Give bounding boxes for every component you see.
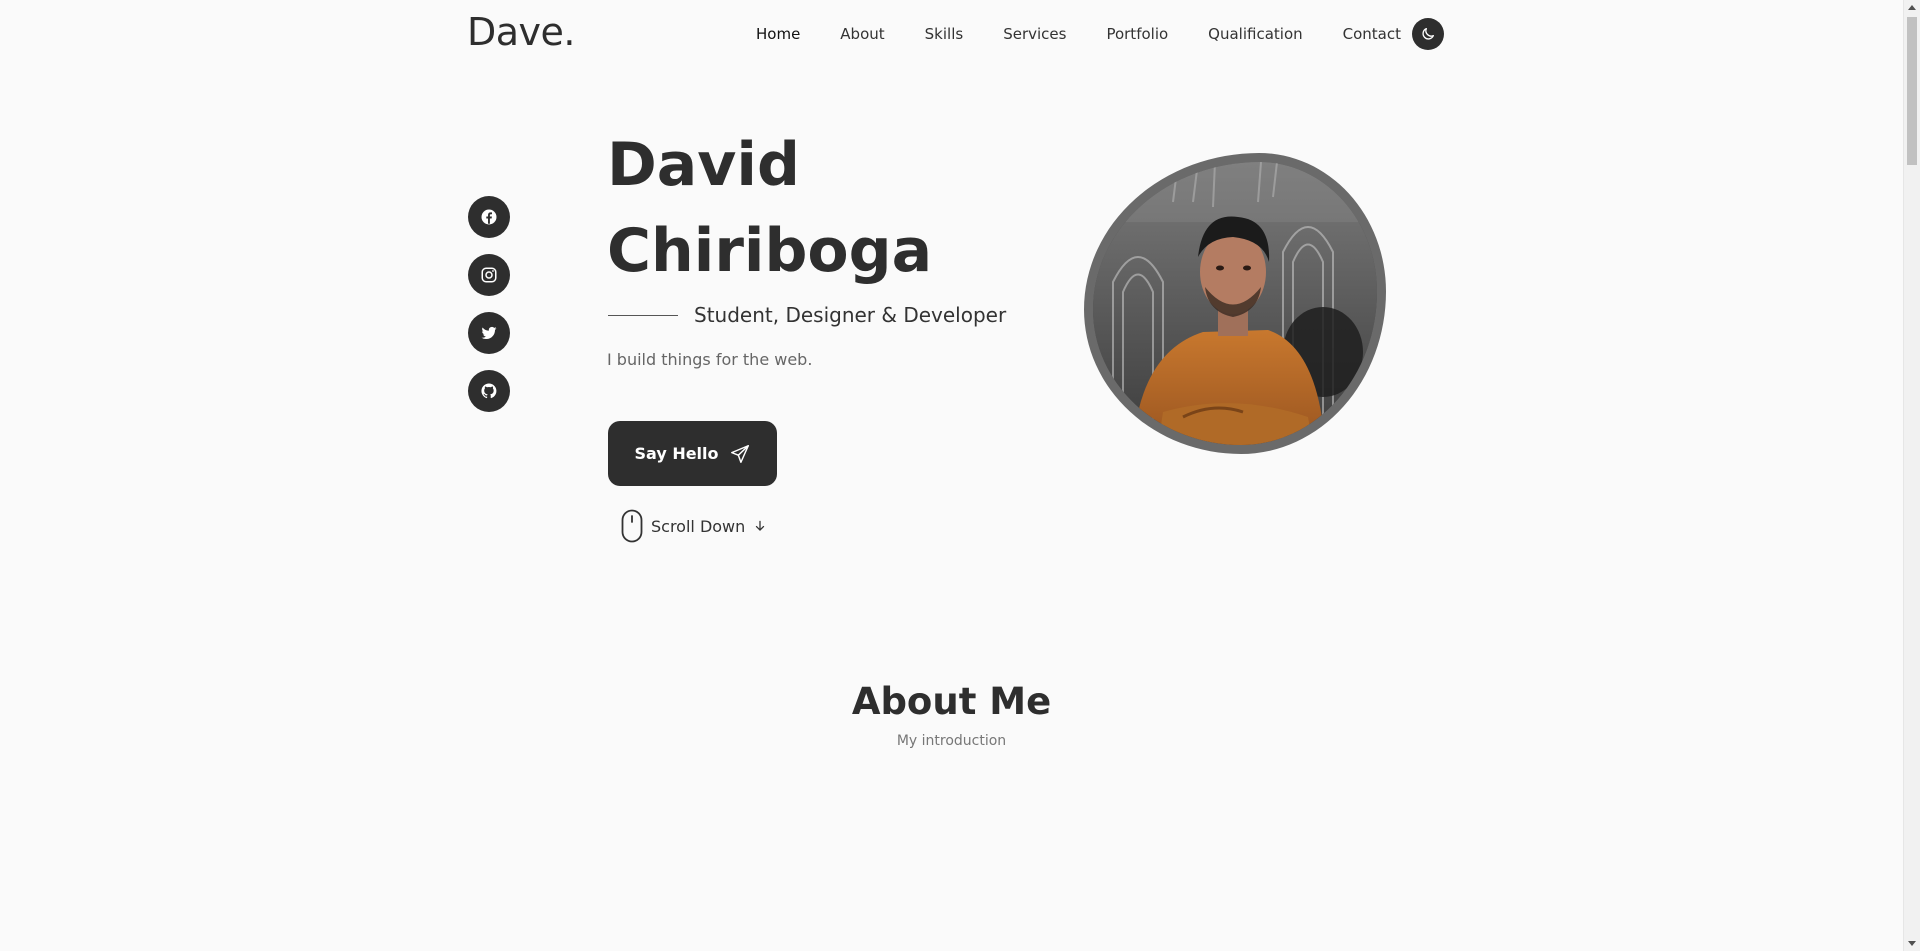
hero-last-name: Chiriboga xyxy=(607,216,933,286)
about-title: About Me xyxy=(851,680,1052,723)
nav-link-skills[interactable]: Skills xyxy=(925,25,964,43)
nav-link-portfolio[interactable]: Portfolio xyxy=(1106,25,1168,43)
facebook-link[interactable] xyxy=(468,196,510,238)
nav-link-services[interactable]: Services xyxy=(1003,25,1066,43)
say-hello-label: Say Hello xyxy=(634,444,719,463)
nav-link-about[interactable]: About xyxy=(840,25,884,43)
mouse-icon xyxy=(621,509,643,543)
twitter-link[interactable] xyxy=(468,312,510,354)
main-nav: Home About Skills Services Portfolio Qua… xyxy=(756,25,1441,43)
twitter-icon xyxy=(481,326,497,340)
subtitle-divider xyxy=(608,314,678,316)
hero-first-name: David xyxy=(607,130,800,200)
arrow-down-icon xyxy=(756,520,765,531)
moon-icon xyxy=(1422,28,1434,40)
github-link[interactable] xyxy=(468,370,510,412)
about-subtitle: My introduction xyxy=(896,733,1007,749)
scroll-up-arrow[interactable] xyxy=(1908,5,1916,10)
scrollbar-thumb[interactable] xyxy=(1907,17,1917,165)
nav-link-qualification[interactable]: Qualification xyxy=(1208,25,1302,43)
page-scrollbar[interactable] xyxy=(1903,0,1920,951)
profile-image xyxy=(1084,153,1386,454)
page: Dave. Home About Skills Services Portfol… xyxy=(0,0,1920,951)
github-icon xyxy=(481,383,497,399)
social-links xyxy=(468,196,510,412)
hero-name: David Chiriboga xyxy=(607,122,1027,294)
scroll-down-label: Scroll Down xyxy=(651,516,746,536)
facebook-icon xyxy=(481,209,497,225)
nav-link-home[interactable]: Home xyxy=(756,25,800,43)
scroll-down-arrow[interactable] xyxy=(1908,941,1916,946)
hero-subtitle: Student, Designer & Developer xyxy=(694,303,1007,327)
instagram-icon xyxy=(481,267,497,283)
send-icon xyxy=(730,444,749,463)
hero-tagline: I build things for the web. xyxy=(607,350,813,369)
theme-toggle-button[interactable] xyxy=(1412,18,1444,50)
hero-subtitle-row: Student, Designer & Developer xyxy=(608,303,1006,327)
profile-photo xyxy=(1093,162,1377,445)
instagram-link[interactable] xyxy=(468,254,510,296)
header: Dave. Home About Skills Services Portfol… xyxy=(0,0,1903,70)
scroll-down-button[interactable]: Scroll Down xyxy=(621,509,767,543)
logo[interactable]: Dave. xyxy=(467,10,576,54)
say-hello-button[interactable]: Say Hello xyxy=(608,421,777,486)
nav-link-contact[interactable]: Contact xyxy=(1343,25,1401,43)
